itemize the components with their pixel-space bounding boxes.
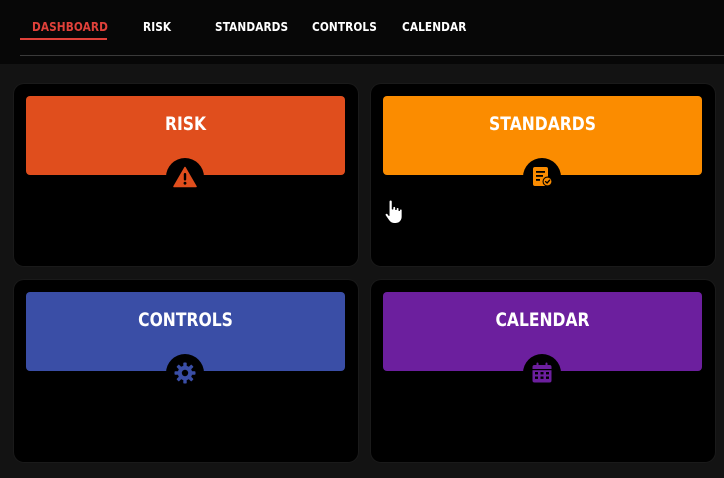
nav-divider bbox=[20, 55, 724, 56]
tab-controls[interactable]: CONTROLS bbox=[312, 14, 377, 40]
card-controls-icon-badge bbox=[166, 354, 204, 392]
card-standards[interactable]: STANDARDS bbox=[371, 84, 715, 266]
card-controls-header[interactable]: CONTROLS bbox=[26, 292, 345, 392]
tab-standards[interactable]: STANDARDS bbox=[215, 14, 288, 40]
card-calendar-header[interactable]: CALENDAR bbox=[383, 292, 702, 392]
app-window: DASHBOARD RISK STANDARDS CONTROLS CALEND… bbox=[0, 0, 724, 478]
card-calendar-title: CALENDAR bbox=[495, 309, 590, 331]
calendar-icon bbox=[530, 361, 554, 385]
card-standards-title: STANDARDS bbox=[489, 113, 596, 135]
active-tab-indicator bbox=[20, 38, 107, 40]
card-controls-title: CONTROLS bbox=[138, 309, 233, 331]
card-controls[interactable]: CONTROLS bbox=[14, 280, 358, 462]
card-calendar[interactable]: CALENDAR bbox=[371, 280, 715, 462]
card-calendar-icon-badge bbox=[523, 354, 561, 392]
card-standards-header[interactable]: STANDARDS bbox=[383, 96, 702, 196]
document-check-icon bbox=[530, 165, 554, 189]
hand-pointer-cursor-icon bbox=[383, 199, 405, 225]
top-navigation: DASHBOARD RISK STANDARDS CONTROLS CALEND… bbox=[0, 0, 724, 64]
tab-risk[interactable]: RISK bbox=[143, 14, 171, 40]
warning-icon bbox=[173, 166, 197, 188]
tab-dashboard[interactable]: DASHBOARD bbox=[32, 14, 108, 40]
gear-icon bbox=[173, 361, 197, 385]
card-risk-title: RISK bbox=[164, 113, 207, 135]
card-risk-header[interactable]: RISK bbox=[26, 96, 345, 196]
card-risk[interactable]: RISK bbox=[14, 84, 358, 266]
card-risk-icon-badge bbox=[166, 158, 204, 196]
card-standards-icon-badge bbox=[523, 158, 561, 196]
tab-calendar[interactable]: CALENDAR bbox=[402, 14, 466, 40]
